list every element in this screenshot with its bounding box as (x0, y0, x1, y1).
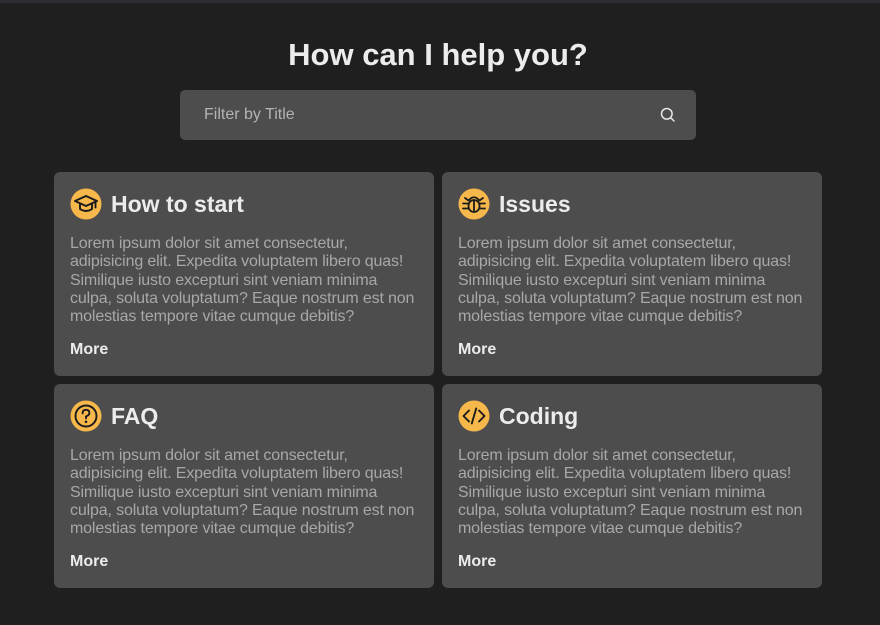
card-faq: FAQ Lorem ipsum dolor sit amet consectet… (54, 384, 434, 588)
search-bar (180, 90, 696, 140)
question-circle-icon (70, 400, 102, 432)
card-title: How to start (111, 191, 244, 217)
card-title: FAQ (111, 403, 159, 429)
bug-icon (458, 188, 490, 220)
graduation-cap-icon (70, 188, 102, 220)
card-coding: Coding Lorem ipsum dolor sit amet consec… (442, 384, 822, 588)
search-input[interactable] (180, 90, 640, 140)
more-link[interactable]: More (70, 341, 108, 359)
card-issues: Issues Lorem ipsum dolor sit amet consec… (442, 172, 822, 376)
card-description: Lorem ipsum dolor sit amet consectetur, … (458, 447, 803, 538)
page-title: How can I help you? (288, 37, 588, 72)
more-link[interactable]: More (458, 553, 496, 571)
card-title: Coding (499, 403, 579, 429)
more-link[interactable]: More (458, 341, 496, 359)
card-how-to-start: How to start Lorem ipsum dolor sit amet … (54, 172, 434, 376)
card-description: Lorem ipsum dolor sit amet consectetur, … (70, 235, 415, 326)
window-top-strip (0, 0, 880, 3)
search-icon[interactable] (659, 106, 677, 124)
card-description: Lorem ipsum dolor sit amet consectetur, … (70, 447, 415, 538)
more-link[interactable]: More (70, 553, 108, 571)
card-description: Lorem ipsum dolor sit amet consectetur, … (458, 235, 803, 326)
card-title: Issues (499, 191, 571, 217)
code-icon (458, 400, 490, 432)
